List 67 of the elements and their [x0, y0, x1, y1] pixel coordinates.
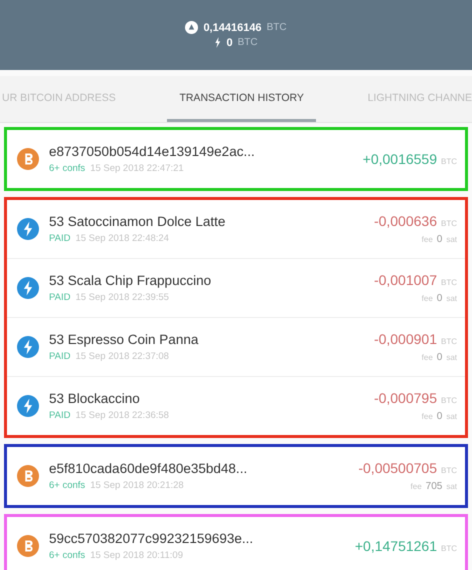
transaction-row[interactable]: e5f810cada60de9f480e35bd48... 6+ confs 15 Sep 2018 20:21:28 -0,00500705 BTC fee 705 sat: [7, 447, 465, 505]
fee-amount: 705: [426, 481, 442, 492]
transaction-row[interactable]: 59cc570382077c99232159693e... 6+ confs 15 Sep 2018 20:11:09 +0,14751261 BTC: [7, 517, 465, 570]
amount-unit: BTC: [441, 466, 457, 475]
balance-unit: BTC: [266, 22, 287, 33]
fee-unit: sat: [446, 294, 457, 303]
fee-unit: sat: [446, 235, 457, 244]
transaction-row[interactable]: 53 Satoccinamon Dolce Latte PAID 15 Sep 2018 22:48:24 -0,000636 BTC fee 0 sat: [7, 200, 465, 258]
transaction-date: 15 Sep 2018 20:21:28: [90, 480, 184, 491]
transaction-title: e5f810cada60de9f480e35bd48...: [49, 461, 248, 476]
lightning-balance-amount: 0: [226, 36, 233, 48]
tab[interactable]: TRANSACTION HISTORY: [167, 76, 316, 122]
transaction-amount: +0,14751261: [354, 538, 437, 554]
lightning-icon: [17, 336, 39, 358]
fee-label: fee: [422, 235, 433, 244]
balance-amount: 0,14416146: [203, 22, 262, 34]
transaction-amount: -0,00500705: [358, 460, 437, 476]
transaction-title: 53 Espresso Coin Panna: [49, 332, 200, 347]
amount-unit: BTC: [441, 337, 457, 346]
transaction-date: 15 Sep 2018 22:48:24: [75, 233, 169, 244]
lightning-balance-unit: BTC: [238, 37, 258, 48]
transaction-row[interactable]: 53 Blockaccino PAID 15 Sep 2018 22:36:58 -0,000795 BTC fee 0 sat: [7, 376, 465, 435]
transaction-title: 53 Scala Chip Frappuccino: [49, 273, 212, 288]
transaction-amount: -0,000636: [374, 213, 437, 229]
transaction-status: 6+ confs: [49, 163, 86, 174]
transaction-status: 6+ confs: [49, 480, 86, 491]
fee-amount: 0: [436, 293, 442, 304]
transaction-amount: +0,0016559: [362, 151, 437, 167]
transaction-status: PAID: [49, 233, 70, 244]
transaction-amount: -0,000901: [374, 331, 437, 347]
amount-unit: BTC: [441, 544, 457, 553]
transaction-amount: -0,001007: [374, 272, 437, 288]
transaction-date: 15 Sep 2018 22:39:55: [75, 292, 169, 303]
lightning-icon: [17, 395, 39, 417]
fee-label: fee: [410, 482, 422, 491]
transaction-date: 15 Sep 2018 22:37:08: [75, 351, 169, 362]
fee-amount: 0: [436, 234, 442, 245]
transaction-date: 15 Sep 2018 22:36:58: [75, 410, 169, 421]
transaction-row[interactable]: 53 Scala Chip Frappuccino PAID 15 Sep 2018 22:39:55 -0,001007 BTC fee 0 sat: [7, 258, 465, 317]
transaction-title: 59cc570382077c99232159693e...: [49, 531, 254, 546]
amount-unit: BTC: [441, 278, 457, 287]
transaction-title: 53 Satoccinamon Dolce Latte: [49, 214, 226, 229]
transaction-amount: -0,000795: [374, 390, 437, 406]
fee-label: fee: [422, 412, 433, 421]
fee-unit: sat: [446, 412, 457, 421]
fee-amount: 0: [436, 411, 442, 422]
amount-unit: BTC: [441, 219, 457, 228]
fee-unit: sat: [446, 353, 457, 362]
transaction-status: 6+ confs: [49, 550, 86, 561]
transaction-date: 15 Sep 2018 22:47:21: [90, 163, 184, 174]
amount-unit: BTC: [441, 396, 457, 405]
fee-label: fee: [422, 294, 433, 303]
lightning-icon: [17, 218, 39, 240]
fee-amount: 0: [436, 352, 442, 363]
transaction-row[interactable]: 53 Espresso Coin Panna PAID 15 Sep 2018 22:37:08 -0,000901 BTC fee 0 sat: [7, 317, 465, 376]
transaction-status: PAID: [49, 410, 70, 421]
fee-unit: sat: [446, 482, 457, 491]
transaction-row[interactable]: e8737050b054d14e139149e2ac... 6+ confs 15 Sep 2018 22:47:21 +0,0016559 BTC: [7, 130, 465, 188]
lightning-icon: [214, 36, 222, 49]
transaction-date: 15 Sep 2018 20:11:09: [90, 550, 183, 561]
transaction-status: PAID: [49, 292, 70, 303]
lightning-icon: [17, 277, 39, 299]
transaction-title: 53 Blockaccino: [49, 391, 141, 406]
fee-label: fee: [422, 353, 433, 362]
amount-unit: BTC: [441, 157, 457, 166]
transaction-status: PAID: [49, 351, 70, 362]
transaction-title: e8737050b054d14e139149e2ac...: [49, 144, 256, 159]
